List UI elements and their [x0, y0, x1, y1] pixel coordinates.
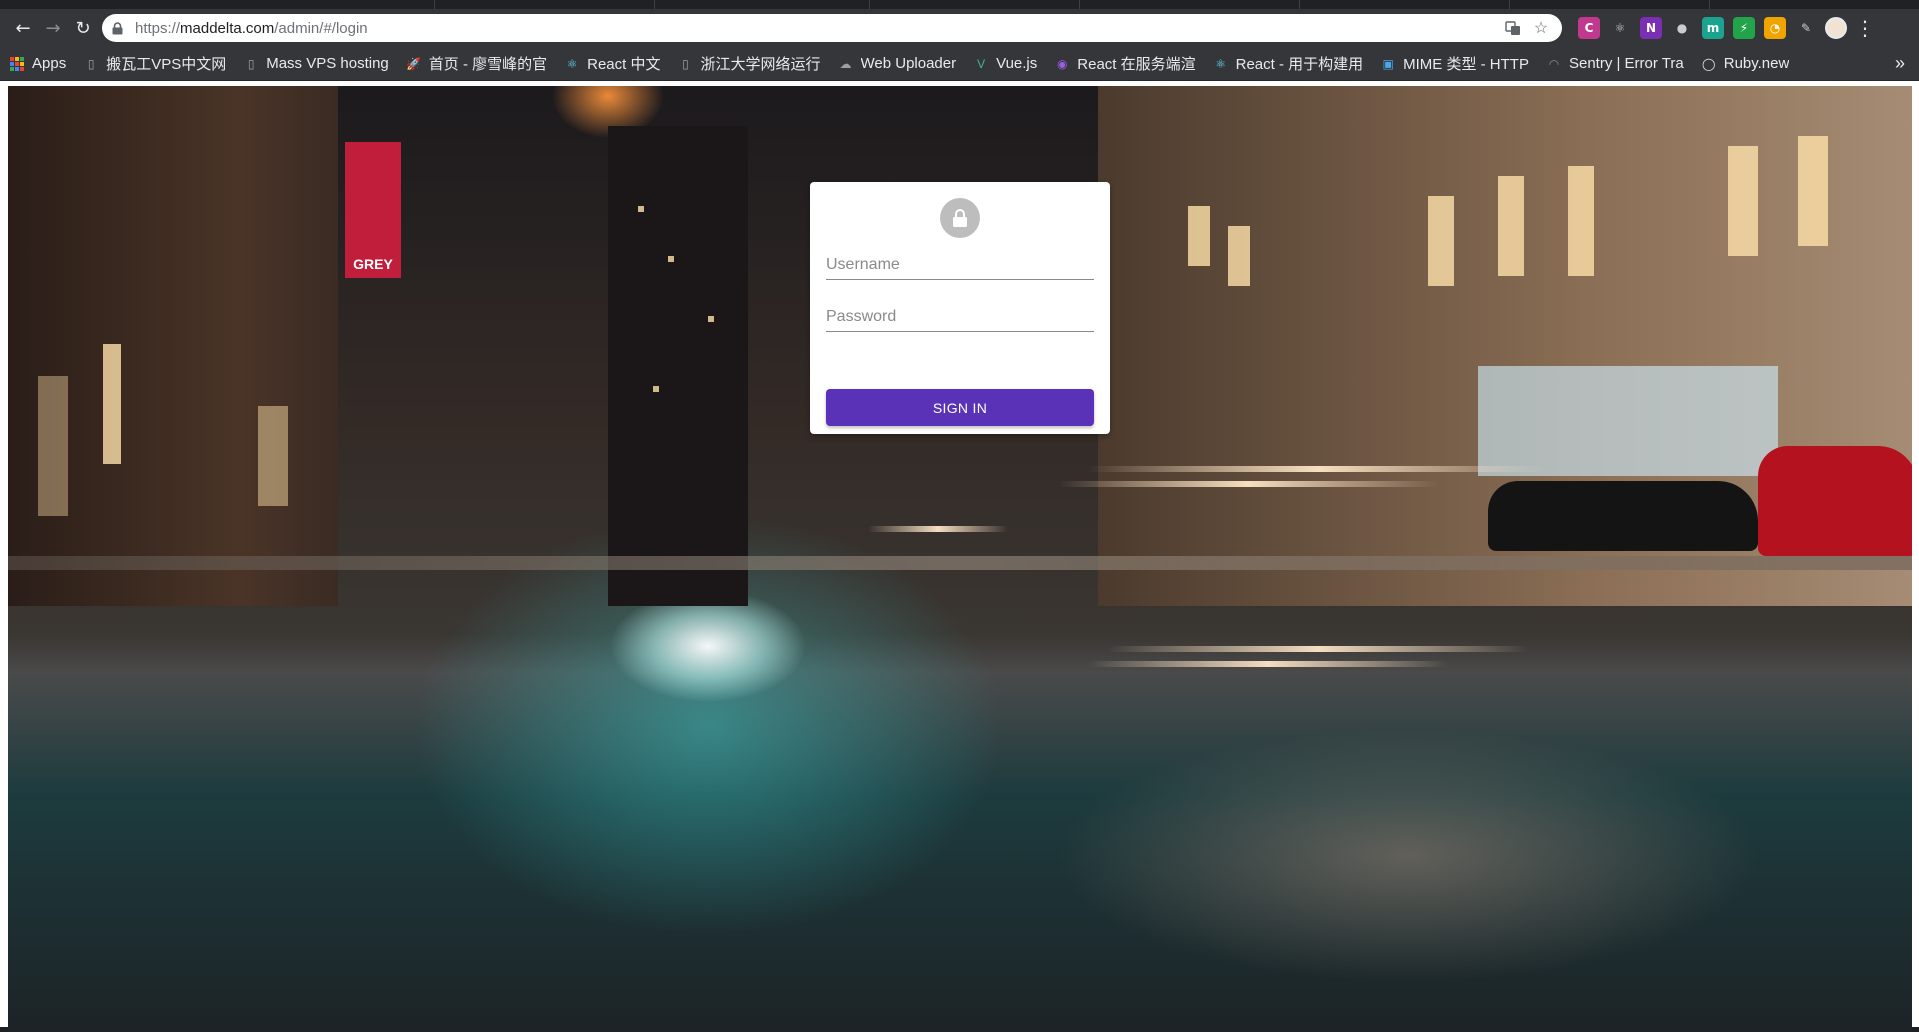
reload-icon: ↻: [75, 17, 91, 39]
bookmark-label: Sentry | Error Tra: [1568, 55, 1684, 72]
bookmark-item[interactable]: ☁ Web Uploader: [839, 55, 957, 72]
page-viewport: GREY Username SIGN IN: [0, 81, 1919, 1032]
bookmark-item[interactable]: ⚛ React - 用于构建用: [1214, 53, 1364, 74]
bookmark-item[interactable]: ⚛ React 中文: [565, 53, 661, 74]
page-icon: ▯: [87, 56, 95, 71]
bookmark-label: 搬瓦工VPS中文网: [106, 56, 227, 73]
back-arrow-icon: ←: [15, 17, 31, 39]
banner-text: GREY: [353, 256, 393, 272]
circle-icon: ◉: [1057, 56, 1068, 71]
browser-menu-icon[interactable]: ⋮: [1855, 16, 1875, 40]
sign-in-button[interactable]: SIGN IN: [826, 389, 1094, 426]
password-field: [826, 302, 1094, 332]
url-path: /admin/#/login: [274, 19, 368, 37]
bookmark-item[interactable]: ▯ 搬瓦工VPS中文网: [84, 53, 226, 74]
bookmark-label: Web Uploader: [860, 55, 957, 72]
bookmark-label: Vue.js: [996, 55, 1038, 72]
gray-circle-icon[interactable]: ●: [1671, 17, 1693, 39]
extensions-area: C ⚛ N ● m ⚡ ◔ ✎: [1578, 17, 1817, 39]
street-banner: GREY: [345, 142, 401, 278]
tab-strip: [0, 0, 1919, 9]
bookmark-label: React 在服务端渲: [1077, 56, 1196, 73]
bookmarks-overflow-icon[interactable]: »: [1895, 53, 1909, 74]
username-input[interactable]: [826, 250, 1094, 279]
bolt-extension-icon[interactable]: ⚡: [1733, 17, 1755, 39]
bookmark-label: Apps: [32, 55, 67, 72]
rocket-icon: 🚀: [406, 56, 422, 71]
m-extension-icon[interactable]: m: [1702, 17, 1724, 39]
reload-button[interactable]: ↻: [68, 13, 98, 43]
url-scheme: https://: [135, 19, 181, 37]
cloud-icon: ☁: [839, 56, 852, 71]
forward-button[interactable]: →: [38, 13, 68, 43]
back-button[interactable]: ←: [8, 13, 38, 43]
bookmark-label: Mass VPS hosting: [266, 55, 389, 72]
react-devtools-icon[interactable]: ⚛: [1609, 17, 1631, 39]
rss-extension-icon[interactable]: ◔: [1764, 17, 1786, 39]
bookmark-label: React - 用于构建用: [1235, 56, 1364, 73]
onenote-icon[interactable]: N: [1640, 17, 1662, 39]
apps-grid-icon: [10, 56, 24, 71]
username-field: [826, 250, 1094, 280]
sentry-icon: ◠: [1548, 56, 1560, 71]
translate-icon[interactable]: [1502, 17, 1524, 39]
react-icon: ⚛: [1215, 56, 1226, 71]
bookmark-item[interactable]: ◠ Sentry | Error Tra: [1547, 55, 1684, 72]
bookmark-item[interactable]: V Vue.js: [974, 55, 1037, 72]
bookmark-item[interactable]: ◉ React 在服务端渲: [1055, 53, 1196, 74]
bookmark-label: MIME 类型 - HTTP: [1403, 56, 1529, 73]
lock-icon: [112, 21, 125, 35]
react-icon: ⚛: [566, 56, 578, 71]
bookmark-item[interactable]: ◯ Ruby.new: [1702, 55, 1790, 72]
profile-avatar[interactable]: [1825, 17, 1847, 39]
browser-toolbar: ← → ↻ https://maddelta.com/admin/#/login…: [0, 9, 1919, 47]
lock-avatar-icon: [940, 198, 980, 238]
bookmark-star-icon[interactable]: ☆: [1530, 17, 1552, 39]
page-icon: ▯: [247, 56, 255, 71]
brush-extension-icon[interactable]: ✎: [1795, 17, 1817, 39]
bookmark-item[interactable]: ▯ 浙江大学网络运行: [678, 53, 820, 74]
password-input[interactable]: [826, 302, 1094, 331]
address-bar[interactable]: https://maddelta.com/admin/#/login ☆: [102, 14, 1562, 42]
bookmark-label: React 中文: [587, 56, 661, 73]
login-card: SIGN IN: [810, 182, 1110, 434]
github-icon: ◯: [1702, 56, 1716, 71]
bookmarks-bar: Apps ▯ 搬瓦工VPS中文网 ▯ Mass VPS hosting 🚀 首页 - 廖雪峰…: [0, 47, 1919, 81]
bookmark-item[interactable]: ▯ Mass VPS hosting: [244, 55, 389, 72]
bookmark-item[interactable]: Apps: [10, 55, 66, 72]
bookmark-label: Ruby.new: [1723, 55, 1790, 72]
c-extension-icon[interactable]: C: [1578, 17, 1600, 39]
bookmark-label: 浙江大学网络运行: [700, 56, 821, 73]
mdn-icon: ▣: [1382, 56, 1394, 71]
url-host: maddelta.com: [180, 19, 275, 37]
bookmark-label: 首页 - 廖雪峰的官: [428, 56, 548, 73]
vue-icon: V: [977, 56, 986, 71]
bookmark-item[interactable]: 🚀 首页 - 廖雪峰的官: [407, 53, 547, 74]
bookmark-item[interactable]: ▣ MIME 类型 - HTTP: [1381, 53, 1529, 74]
page-icon: ▯: [682, 56, 689, 71]
forward-arrow-icon: →: [45, 17, 61, 39]
